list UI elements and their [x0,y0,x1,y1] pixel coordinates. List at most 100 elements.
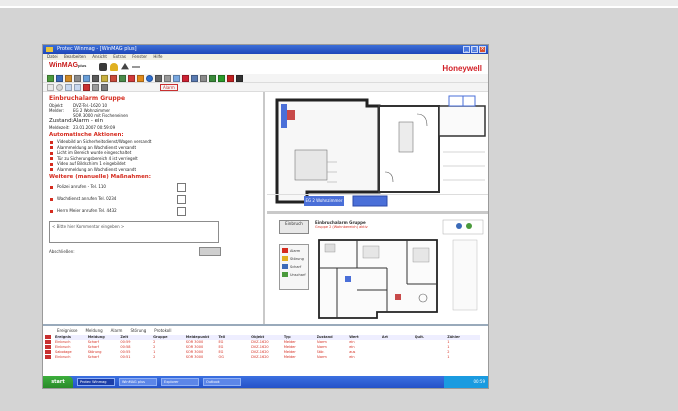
legend-swatch [282,248,288,253]
table-cell: Scharf [87,355,99,359]
menu-item-datei[interactable]: Datei [47,54,58,59]
tab-messages[interactable]: Meldung [85,328,102,333]
room-label: EG 2 Wohnzimmer [304,196,344,206]
maximize-button[interactable]: □ [471,46,478,53]
alarm-row-icon [45,345,51,349]
alarm-row-icon [45,350,51,354]
menu-item-bearbeiten[interactable]: Bearbeiten [64,54,86,59]
window-icon[interactable] [191,74,198,82]
alarm-row-icon [45,355,51,359]
bell-icon[interactable] [121,63,129,70]
menu-item-hilfe[interactable]: Hilfe [153,54,162,59]
legend-label: Störung [290,256,304,261]
table-cell: SOR 3000 [185,355,204,359]
tab-alarm[interactable]: Alarm [111,328,123,333]
layers-icon[interactable] [101,83,108,91]
window-title: Protec Winmag - [WinMAG plus] [57,46,137,52]
search-icon[interactable] [56,83,63,91]
menu-item-extras[interactable]: Extras [113,54,126,59]
manual-action-police: Polizei anrufen - Tel. 110 [49,181,257,193]
windows-taskbar: start Protec Winmag WinMAG plus Explorer… [43,376,488,388]
comment-input[interactable]: < Bitte hier Kommentar eingeben > [49,221,219,243]
settings-icon[interactable] [137,74,144,82]
legend-label: Scharf [290,264,302,269]
action-done-checkbox[interactable] [177,207,186,216]
field-label: Zustand: [49,118,74,124]
calendar-icon[interactable] [110,74,117,82]
camera-icon[interactable] [155,74,162,82]
menu-item-ansicht[interactable]: Ansicht [92,54,107,59]
table-row[interactable]: Einbruch Scharf 00:51 2 SOR 3000 OG DVZ-1620 Me… [55,355,480,360]
info-icon[interactable] [146,74,153,82]
window-titlebar: Protec Winmag - [WinMAG plus] _ □ × [43,45,488,54]
manual-action-label: Wachdienst anrufen Tel. 0234 [57,196,117,201]
split-icon[interactable] [200,74,207,82]
taskbar-item[interactable]: WinMAG plus [119,378,157,386]
monitor-screenshot: Protec Winmag - [WinMAG plus] _ □ × Date… [43,45,488,388]
delete-icon[interactable] [128,74,135,82]
edit-icon[interactable] [101,74,108,82]
winmag-logo: WinMAGplus [49,62,86,69]
secondary-toolbar: Alarm [43,83,488,92]
overview-subtitle: Gruppe 2 (Wohnbereich) aktiv [315,225,368,229]
user-icon[interactable] [209,74,216,82]
lock-icon[interactable] [99,63,107,71]
table-cell: ein [349,355,355,359]
start-button[interactable]: start [43,376,73,388]
zoom-in-icon[interactable] [65,83,72,91]
pointer-icon[interactable] [47,83,54,91]
alarm-field-time: Meldezeit: 23.01.2007 00:59:09 [49,125,257,130]
person-icon[interactable] [110,63,118,71]
check-icon[interactable] [218,74,225,82]
zoom-out-icon[interactable] [74,83,81,91]
close-doc-icon[interactable] [182,74,189,82]
table-cell: Alarm [316,355,327,359]
main-toolbar [43,74,488,83]
legend-item: Unscharf [282,272,306,277]
alarm-title: Einbruchalarm Gruppe [49,95,126,102]
taskbar-item[interactable]: Explorer [161,378,199,386]
print-icon[interactable] [74,74,81,82]
field-value: Alarm - ein [73,118,104,124]
legend-item: Alarm [282,248,306,253]
monitor-icon[interactable] [92,74,99,82]
logo-suffix: plus [78,63,87,68]
key-icon[interactable] [132,66,140,68]
taskbar-item[interactable]: Protec Winmag [77,378,115,386]
zoom-icon[interactable] [173,74,180,82]
tab-protocol[interactable]: Protokoll [154,328,171,333]
event-log-panel: Ereignisse Meldung Alarm Störung Protoko… [43,324,488,378]
event-table: Ereignis Meldung Zeit Gruppe Meldepunkt Teil O… [55,335,480,360]
table-icon[interactable] [92,83,99,91]
cancel-icon[interactable] [227,74,234,82]
minimize-button[interactable]: _ [463,46,470,53]
floorplan-detail[interactable] [267,92,488,210]
video-icon[interactable] [164,74,171,82]
menu-item-fenster[interactable]: Fenster [132,54,147,59]
close-button[interactable]: × [479,46,486,53]
close-alarm-button[interactable] [199,247,221,256]
field-label: Meldezeit: [49,125,70,130]
burglary-filter-button[interactable]: Einbruch [279,220,309,234]
manual-action-owner: Herrn Meier anrufen Tel. 4432 [49,205,257,217]
remove-icon[interactable] [83,83,90,91]
tab-events[interactable]: Ereignisse [57,328,77,333]
action-done-checkbox[interactable] [177,183,186,192]
action-done-checkbox[interactable] [177,195,186,204]
system-tray-clock: 00:59 [444,376,488,388]
grid-view-icon[interactable] [47,74,54,82]
report-icon[interactable] [65,74,72,82]
chart-icon[interactable] [119,74,126,82]
manual-actions-title: Weitere (manuelle) Maßnahmen: [49,174,151,180]
auto-actions-title: Automatische Aktionen: [49,132,124,138]
list-view-icon[interactable] [56,74,63,82]
alarm-status-indicator: Alarm [160,83,178,91]
alarm-zone-marker [281,104,287,128]
tab-fault[interactable]: Störung [130,328,146,333]
taskbar-item[interactable]: Outlook [203,378,241,386]
floorplan-icon[interactable] [83,74,90,82]
exit-icon[interactable] [236,74,243,82]
header-tools [99,63,140,71]
floorplan-overview: Einbruch Einbruchalarm Gruppe Gruppe 2 (… [267,214,488,324]
alarm-row-icon [45,335,51,339]
